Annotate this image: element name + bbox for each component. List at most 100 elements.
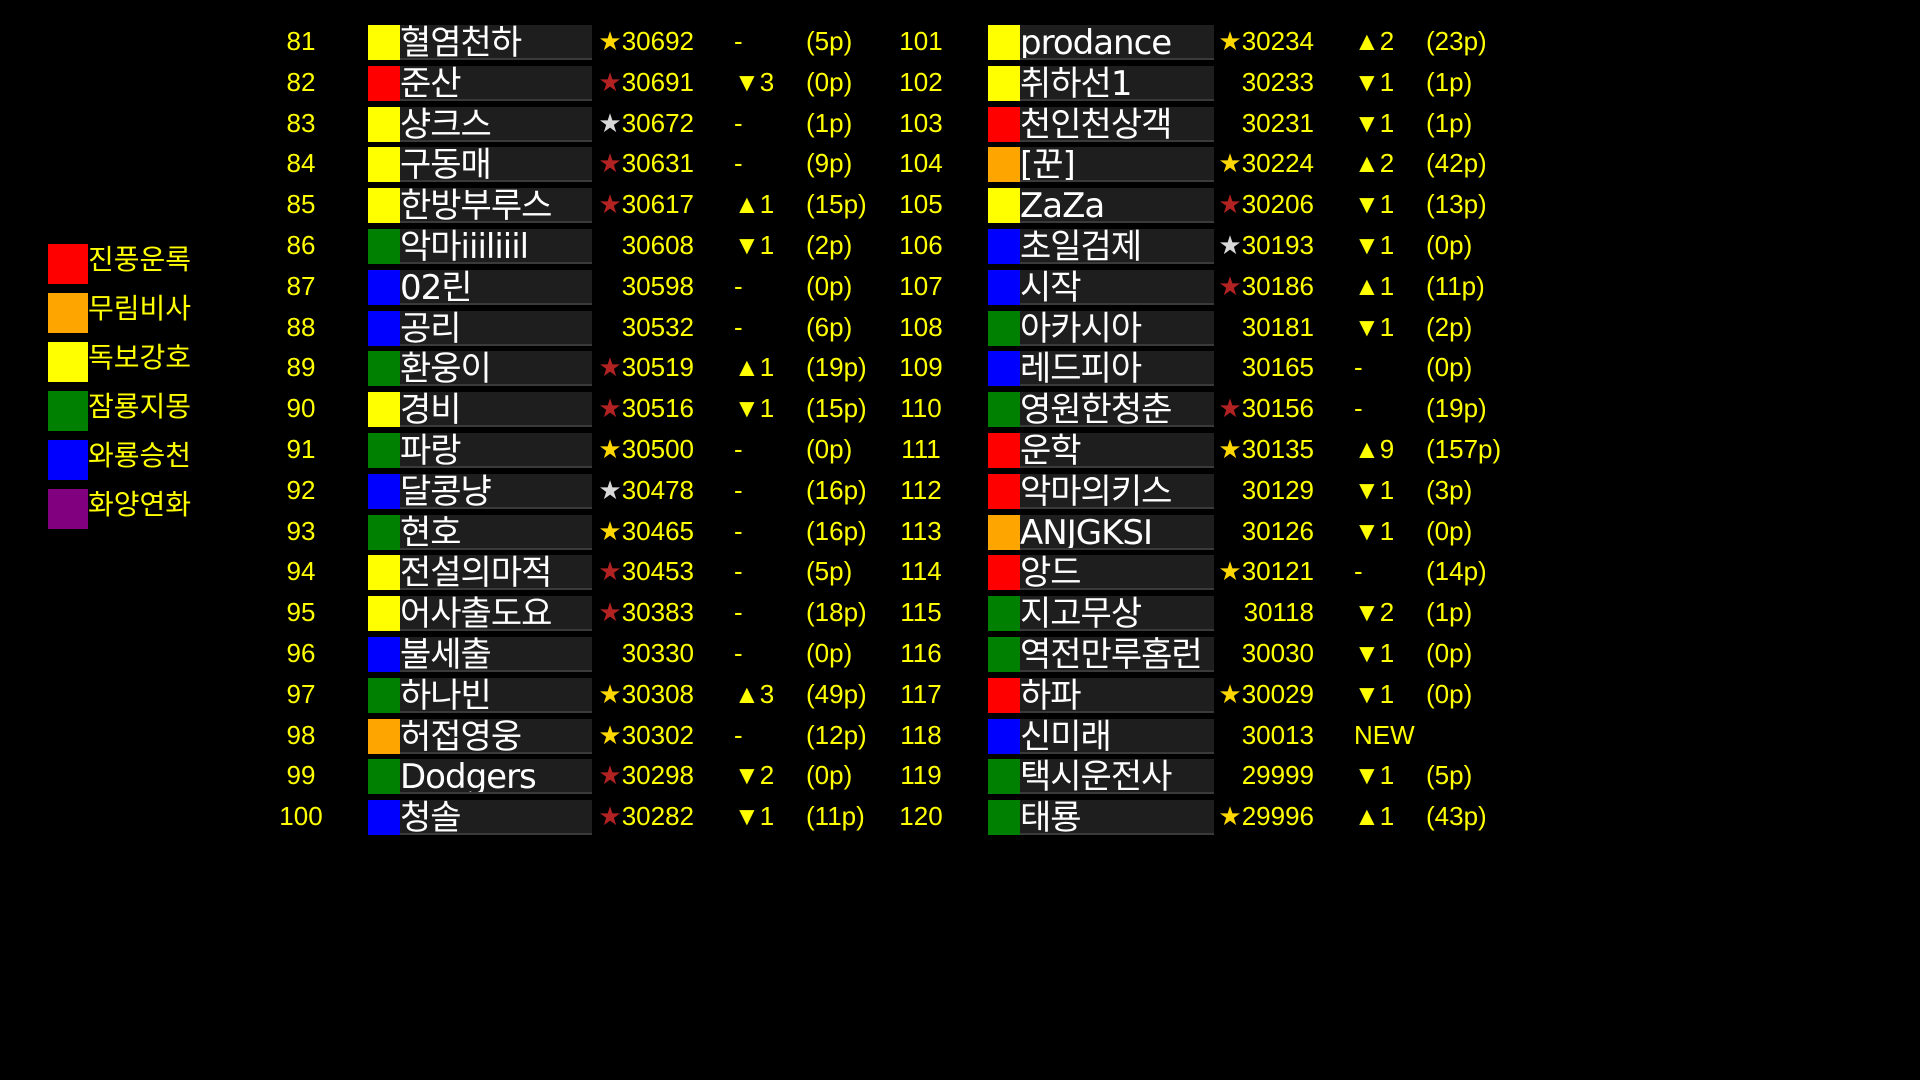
rank-change: -	[734, 556, 743, 587]
score-value: 30030	[1241, 637, 1314, 668]
points-gained: (2p)	[1426, 311, 1473, 342]
points-gained: (49p)	[806, 678, 867, 709]
faction-color-swatch	[368, 759, 400, 795]
player-name: 시작	[1020, 269, 1082, 305]
star-icon: ★	[1218, 189, 1242, 220]
score-value: 30126	[1241, 515, 1314, 546]
score-cell: ★30193	[1214, 224, 1314, 264]
points-gained: (6p)	[806, 311, 853, 342]
name-box: 준산	[400, 65, 592, 101]
score-cell: 30129	[1214, 469, 1314, 509]
points-gained: (11p)	[806, 801, 865, 832]
player-name: 앙드	[1020, 555, 1082, 591]
points-gained: (18p)	[806, 597, 867, 628]
rank-change: -	[734, 719, 743, 750]
score-value: 30206	[1241, 189, 1314, 220]
legend-item: 진풍운록	[48, 240, 248, 289]
rank-change: ▲3	[734, 678, 775, 709]
score-cell: 30165	[1214, 346, 1314, 386]
player-name: 악마iiiliiil	[400, 228, 529, 264]
faction-color-swatch	[368, 514, 400, 550]
points-gained: (1p)	[1426, 66, 1473, 97]
faction-color-swatch	[988, 65, 1020, 101]
faction-color-swatch	[368, 636, 400, 672]
faction-color-swatch	[988, 310, 1020, 346]
faction-color-swatch	[368, 269, 400, 305]
faction-color-swatch	[368, 677, 400, 713]
legend-label: 화양연화	[88, 488, 192, 521]
name-box: 천인천상객	[1020, 106, 1214, 142]
star-icon: ★	[598, 189, 622, 220]
points-gained: (0p)	[806, 66, 853, 97]
star-icon: ★	[598, 474, 622, 505]
faction-color-swatch	[368, 392, 400, 428]
points-gained: (5p)	[806, 26, 853, 56]
rank-change: -	[734, 637, 743, 668]
score-cell: 30013	[1214, 714, 1314, 754]
score-cell: ★30029	[1214, 673, 1314, 713]
score-cell: ★30453	[594, 550, 694, 590]
points-gained: (2p)	[806, 229, 853, 260]
player-name: 전설의마적	[400, 555, 552, 591]
player-name: 허접영웅	[400, 718, 522, 754]
rank-number: 105	[899, 189, 943, 220]
player-name: 준산	[400, 65, 462, 101]
player-name: 역전만루홈런	[1020, 636, 1203, 672]
name-box: prodance	[1020, 25, 1214, 60]
rank-number: 102	[899, 66, 943, 97]
score-cell: ★30692	[594, 20, 694, 60]
score-cell: 30030	[1214, 632, 1314, 672]
rank-number: 112	[900, 474, 942, 505]
player-name: 레드피아	[1020, 351, 1142, 387]
rank-number: 116	[900, 637, 942, 668]
rank-change: ▼1	[1354, 760, 1395, 791]
name-box: 불세출	[400, 636, 592, 672]
score-value: 30121	[1241, 556, 1314, 587]
faction-color-swatch	[368, 432, 400, 468]
rank-number: 98	[286, 719, 316, 750]
score-cell: 30598	[594, 265, 694, 305]
score-value: 30298	[621, 760, 694, 791]
points-gained: (12p)	[806, 719, 867, 750]
rank-number: 119	[900, 760, 942, 791]
score-value: 30302	[621, 719, 694, 750]
rank-number: 92	[286, 474, 316, 505]
rank-number: 83	[286, 107, 316, 138]
faction-color-swatch	[988, 596, 1020, 632]
rank-change: -	[734, 26, 743, 56]
faction-color-swatch	[988, 106, 1020, 142]
points-gained: (0p)	[1426, 637, 1473, 668]
name-box: 샹크스	[400, 106, 592, 142]
points-gained: (1p)	[1426, 597, 1473, 628]
name-box: 취하선1	[1020, 65, 1214, 101]
rank-change: ▼1	[1354, 678, 1395, 709]
score-value: 29996	[1241, 801, 1314, 832]
score-value: 30478	[621, 474, 694, 505]
score-cell: ★30691	[594, 61, 694, 101]
legend-swatch-green	[48, 391, 88, 431]
score-value: 30383	[621, 597, 694, 628]
faction-color-swatch	[988, 718, 1020, 754]
name-box: 악마iiiliiil	[400, 228, 592, 264]
rank-number: 94	[286, 556, 316, 587]
points-gained: (0p)	[806, 270, 853, 301]
player-name: 태룡	[1020, 800, 1082, 836]
points-gained: (11p)	[1426, 270, 1485, 301]
score-cell: ★30234	[1214, 20, 1314, 60]
legend-label: 잠룡지몽	[88, 390, 192, 423]
points-gained: (16p)	[806, 515, 867, 546]
score-cell: ★30135	[1214, 428, 1314, 468]
legend: 진풍운록 무림비사 독보강호 잠룡지몽 와룡승천 화양연화	[48, 240, 248, 534]
player-name: 하파	[1020, 677, 1082, 713]
name-box: 허접영웅	[400, 718, 592, 754]
score-cell: ★30631	[594, 142, 694, 182]
faction-color-swatch	[988, 432, 1020, 468]
rank-change: ▼1	[1354, 515, 1395, 546]
player-name: 아카시아	[1020, 310, 1142, 346]
player-name: prodance	[1020, 25, 1172, 60]
rank-number: 114	[900, 556, 942, 587]
name-box: 하나빈	[400, 677, 592, 713]
star-icon: ★	[598, 393, 622, 424]
points-gained: (15p)	[806, 393, 867, 424]
points-gained: (5p)	[806, 556, 853, 587]
